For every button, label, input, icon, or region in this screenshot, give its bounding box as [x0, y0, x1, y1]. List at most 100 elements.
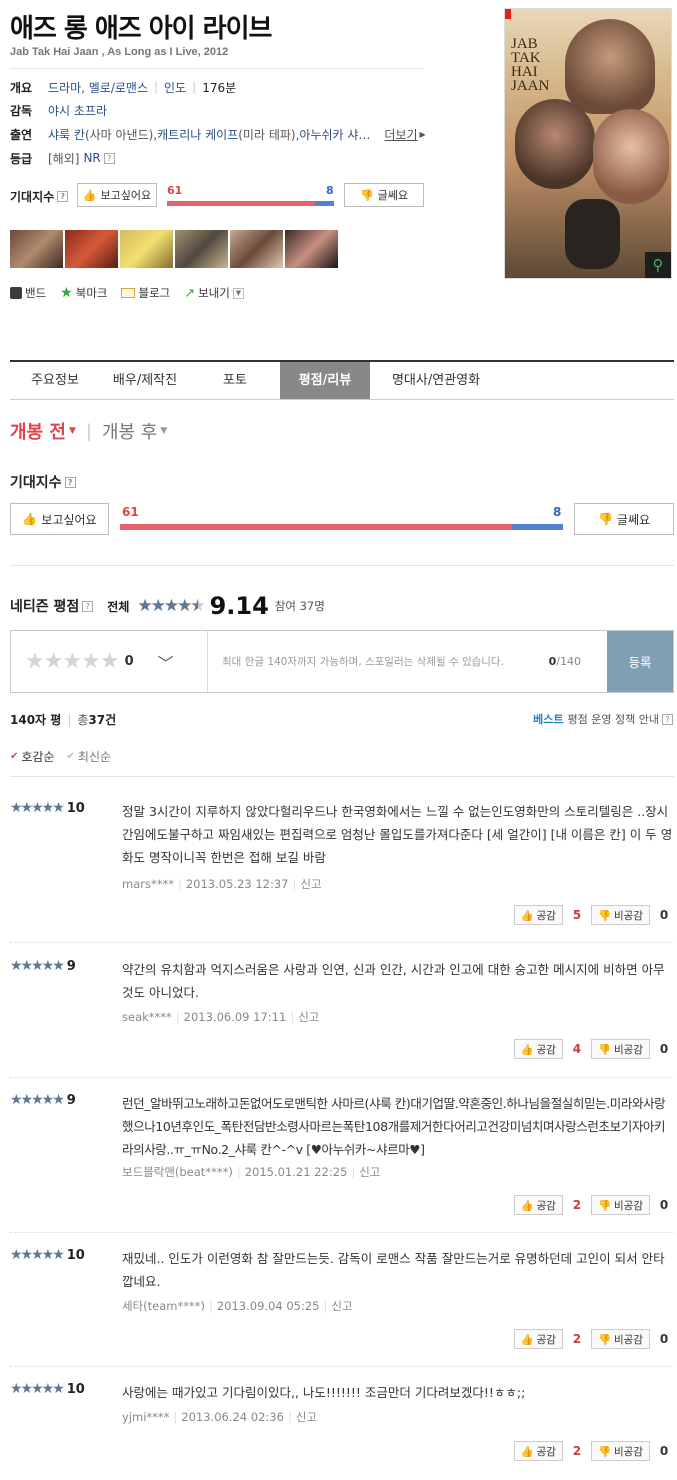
review-placeholder: 최대 한글 140자까지 가능하며, 스포일러는 삭제될 수 있습니다.	[222, 656, 504, 668]
review-user[interactable]: 세타(team****)	[122, 1299, 205, 1313]
review-date: 2013.06.24 02:36	[181, 1410, 284, 1424]
review-meta: seak**** | 2013.06.09 17:11 | 신고	[122, 1010, 320, 1024]
director-link[interactable]: 야시 초프라	[48, 102, 107, 119]
chevron-down-icon[interactable]: ﹀	[158, 650, 174, 674]
report-link[interactable]: 신고	[296, 1410, 317, 1424]
rating-link[interactable]: NR	[83, 151, 100, 165]
help-icon[interactable]: ?	[662, 713, 673, 725]
country-link[interactable]: 인도	[164, 79, 186, 96]
meh-button[interactable]: 👎 글쎄요	[574, 503, 674, 535]
sympathy-count: 5	[572, 908, 582, 922]
zoom-icon[interactable]: ⚲	[645, 252, 671, 278]
star-select[interactable]: ★★★★★ 0 ﹀	[11, 631, 208, 692]
still-thumbnail[interactable]	[285, 230, 338, 268]
cast-link-2[interactable]: 캐트리나 케이프	[157, 126, 238, 143]
list-total: 37건	[88, 713, 117, 727]
tab-reviews[interactable]: 평점/리뷰	[280, 362, 370, 399]
participants: 참여 37명	[274, 599, 325, 613]
filter-after[interactable]: 개봉 후	[102, 418, 157, 444]
expect-small-bar	[167, 201, 334, 206]
review-text: 약간의 유치함과 억지스러움은 사랑과 인연, 신과 인간, 시간과 인고에 대…	[122, 962, 665, 1000]
want-bar	[167, 201, 315, 206]
sympathy-button[interactable]: 👍 공감	[513, 1441, 563, 1461]
antipathy-count: 0	[659, 1198, 669, 1212]
review-user[interactable]: yjmi****	[122, 1410, 169, 1424]
review-item: ★★★★★ 9 약간의 유치함과 억지스러움은 사랑과 인연, 신과 인간, 시간…	[10, 958, 674, 1078]
help-icon[interactable]: ?	[82, 600, 94, 612]
netizen-heading: 네티즌 평점	[10, 599, 80, 615]
rating-stars: ★★★★★	[10, 958, 65, 974]
review-user[interactable]: mars****	[122, 877, 174, 891]
divider	[10, 776, 674, 777]
antipathy-button[interactable]: 👎 비공감	[590, 1039, 650, 1059]
cast-link-3[interactable]: 아누쉬카 샤…	[299, 126, 370, 143]
more-cast-link[interactable]: 더보기	[384, 126, 417, 143]
help-icon[interactable]: ?	[103, 152, 115, 164]
tab-cast-crew[interactable]: 배우/제작진	[100, 362, 190, 399]
review-meta: mars**** | 2013.05.23 12:37 | 신고	[122, 877, 322, 891]
review-text: 정말 3시간이 지루하지 않았다헐리우드나 한국영화에서는 느낄 수 없는인도영…	[122, 804, 673, 865]
help-icon[interactable]: ?	[57, 191, 69, 202]
review-item: ★★★★★ 9 런던_알바뛰고노래하고돈없어도로맨틱한 사마르(샤룩 칸)대기업딸…	[10, 1092, 674, 1233]
chevron-down-icon[interactable]: ▼	[232, 287, 244, 299]
policy-link[interactable]: 베스트 평점 운영 정책 안내 ?	[533, 711, 673, 727]
tab-photo[interactable]: 포토	[190, 362, 280, 399]
review-text: 재밌네.. 인도가 이런영화 참 잘만드는듯. 감독이 로맨스 작품 잘만드는거…	[122, 1251, 665, 1289]
cast-link-1[interactable]: 샤룩 칸	[48, 126, 85, 143]
sympathy-button[interactable]: 👍 공감	[513, 1195, 563, 1215]
thumbs-down-icon: 👎	[597, 1199, 612, 1212]
still-thumbnail[interactable]	[175, 230, 228, 268]
filter-before[interactable]: 개봉 전	[10, 418, 66, 444]
antipathy-button[interactable]: 👎 비공감	[590, 1441, 650, 1461]
antipathy-button[interactable]: 👎 비공감	[590, 1329, 650, 1349]
empty-stars[interactable]: ★★★★★	[25, 649, 120, 674]
antipathy-button[interactable]: 👎 비공감	[590, 905, 650, 925]
rating-stars: ★★★★★	[10, 1381, 65, 1397]
export-button[interactable]: ↗ 보내기 ▼	[184, 285, 244, 301]
band-button[interactable]: 밴드	[10, 285, 46, 301]
submit-button[interactable]: 등록	[607, 631, 673, 692]
tab-quotes-related[interactable]: 명대사/연관영화	[370, 362, 502, 399]
still-thumbnail[interactable]	[120, 230, 173, 268]
tab-main-info[interactable]: 주요정보	[10, 362, 100, 399]
thumbs-up-icon: 👍	[520, 909, 534, 922]
rating-region: [해외]	[48, 151, 80, 166]
sympathy-button[interactable]: 👍 공감	[513, 905, 563, 925]
still-thumbnail[interactable]	[230, 230, 283, 268]
genre-link[interactable]: 드라마, 멜로/로맨스	[48, 79, 148, 96]
report-link[interactable]: 신고	[300, 877, 321, 891]
sympathy-button[interactable]: 👍 공감	[513, 1329, 563, 1349]
list-label: 140자 평	[10, 713, 62, 727]
antipathy-button[interactable]: 👎 비공감	[590, 1195, 650, 1215]
review-user[interactable]: 보드블락맨(beat****)	[122, 1165, 233, 1179]
report-link[interactable]: 신고	[331, 1299, 352, 1313]
movie-poster[interactable]: JAB TAK HAI JAAN ⚲	[504, 8, 672, 279]
review-meta: yjmi**** | 2013.06.24 02:36 | 신고	[122, 1410, 317, 1424]
bookmark-button[interactable]: ★ 북마크	[60, 285, 107, 301]
sympathy-button[interactable]: 👍 공감	[513, 1039, 563, 1059]
want-bar	[120, 524, 512, 530]
want-count: 61	[122, 505, 139, 519]
sort-sympathy[interactable]: 호감순	[21, 748, 54, 765]
rating-stars: ★★★★★	[10, 1247, 65, 1263]
review-user[interactable]: seak****	[122, 1010, 172, 1024]
review-item: ★★★★★ 10 재밌네.. 인도가 이런영화 참 잘만드는듯. 감독이 로맨스 …	[10, 1247, 674, 1367]
want-small-button[interactable]: 👍 보고싶어요	[77, 183, 157, 207]
sort-recent[interactable]: 최신순	[78, 748, 111, 765]
still-thumbnail[interactable]	[10, 230, 63, 268]
want-button[interactable]: 👍 보고싶어요	[10, 503, 109, 535]
check-icon: ✔	[10, 751, 19, 762]
expect-bar	[120, 524, 563, 530]
review-input[interactable]: 최대 한글 140자까지 가능하며, 스포일러는 삭제될 수 있습니다. 0/1…	[208, 631, 607, 692]
review-item: ★★★★★ 10 정말 3시간이 지루하지 않았다헐리우드나 한국영화에서는 느낄…	[10, 800, 674, 943]
meh-small-button[interactable]: 👎 글쎄요	[344, 183, 424, 207]
vote-controls: 👍 공감 4 👎 비공감 0	[513, 1039, 672, 1059]
antipathy-count: 0	[659, 1332, 669, 1346]
blog-button[interactable]: 블로그	[121, 285, 170, 301]
sympathy-count: 2	[572, 1198, 582, 1212]
report-link[interactable]: 신고	[298, 1010, 319, 1024]
help-icon[interactable]: ?	[64, 476, 76, 488]
still-thumbnail[interactable]	[65, 230, 118, 268]
report-link[interactable]: 신고	[359, 1165, 380, 1179]
review-date: 2013.09.04 05:25	[216, 1299, 320, 1313]
